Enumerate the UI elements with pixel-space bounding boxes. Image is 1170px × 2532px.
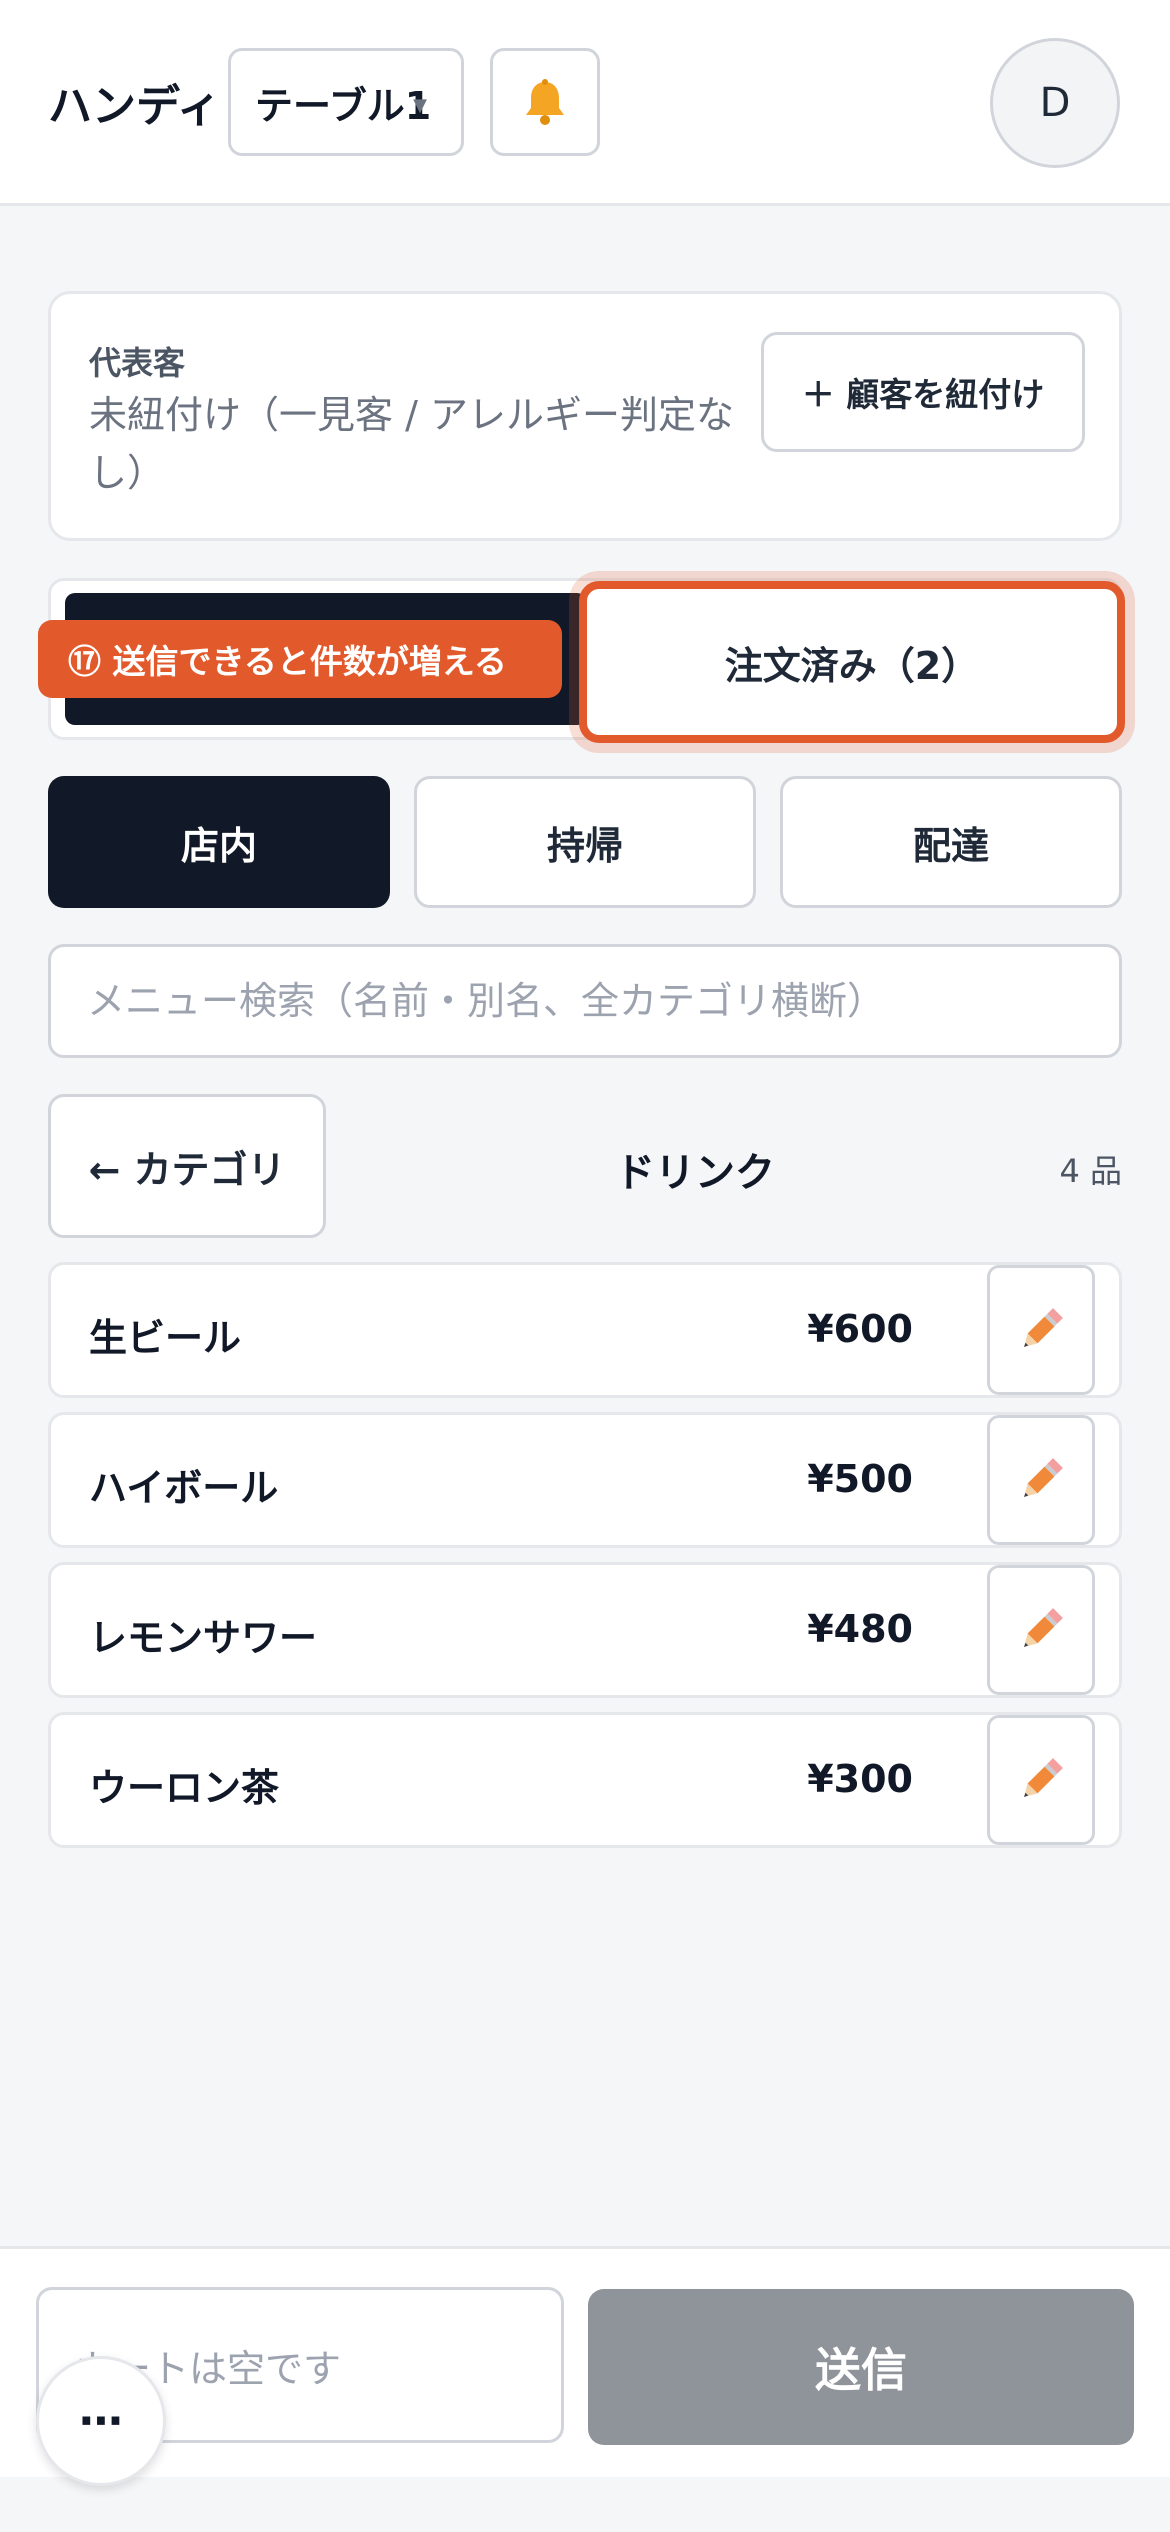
pencil-icon (1024, 1308, 1063, 1347)
customer-card: 代表客 未紐付け（一見客 / アレルギー判定なし） ＋ 顧客を紐付け (48, 291, 1122, 541)
item-count: 4 品 (1059, 1152, 1122, 1190)
edit-item-button[interactable] (987, 1265, 1095, 1395)
menu-item-name: ハイボール (89, 1466, 279, 1510)
menu-item-name: ウーロン茶 (89, 1766, 280, 1810)
chevron-down-icon: ▼ (413, 95, 427, 116)
table-select-label: テーブル1 (255, 83, 432, 128)
cart-footer: カートは空です 送信 (0, 2246, 1170, 2532)
mode-delivery-button[interactable]: 配達 (780, 776, 1122, 908)
edit-item-button[interactable] (987, 1715, 1095, 1845)
menu-item-row[interactable]: レモンサワー ¥480 (48, 1562, 1122, 1698)
customer-status: 未紐付け（一見客 / アレルギー判定なし） (89, 393, 734, 495)
edit-item-button[interactable] (987, 1415, 1095, 1545)
customer-caption: 代表客 (89, 344, 186, 382)
menu-item-price: ¥500 (807, 1457, 913, 1501)
menu-search-input[interactable] (48, 944, 1122, 1058)
menu-item-price: ¥480 (807, 1607, 913, 1651)
edit-item-button[interactable] (987, 1565, 1095, 1695)
app-header: ハンディ テーブル1 ▼ D (0, 0, 1170, 206)
menu-item-price: ¥300 (807, 1757, 913, 1801)
menu-item-name: レモンサワー (89, 1616, 318, 1660)
tutorial-hint-badge: ⑰ 送信できると件数が増える (38, 620, 562, 698)
notification-button[interactable] (490, 48, 600, 156)
mode-takeout-button[interactable]: 持帰 (414, 776, 756, 908)
menu-item-row[interactable]: ウーロン茶 ¥300 (48, 1712, 1122, 1848)
menu-item-row[interactable]: ハイボール ¥500 (48, 1412, 1122, 1548)
pencil-icon (1024, 1608, 1063, 1647)
footer-safe-area (0, 2477, 1170, 2532)
menu-item-row[interactable]: 生ビール ¥600 (48, 1262, 1122, 1398)
pencil-icon (1024, 1458, 1063, 1497)
send-button[interactable]: 送信 (588, 2289, 1134, 2445)
table-select[interactable]: テーブル1 ▼ (228, 48, 464, 156)
mode-dine-in-button[interactable]: 店内 (48, 776, 390, 908)
avatar[interactable]: D (990, 38, 1120, 168)
tab-ordered[interactable]: 注文済み（2） (579, 581, 1125, 743)
link-customer-button[interactable]: ＋ 顧客を紐付け (761, 332, 1085, 452)
app-title: ハンディ (48, 81, 221, 132)
more-menu-button[interactable]: ⋯ (36, 2356, 166, 2486)
menu-item-price: ¥600 (807, 1307, 913, 1351)
category-title: ドリンク (615, 1150, 775, 1196)
bell-icon (526, 79, 564, 125)
pencil-icon (1024, 1758, 1063, 1797)
menu-item-name: 生ビール (89, 1316, 242, 1360)
back-to-categories-button[interactable]: ← カテゴリ (48, 1094, 326, 1238)
menu-list: 生ビール ¥600 ハイボール ¥500 レモンサワー ¥480 ウーロン茶 ¥… (48, 1262, 1122, 1862)
